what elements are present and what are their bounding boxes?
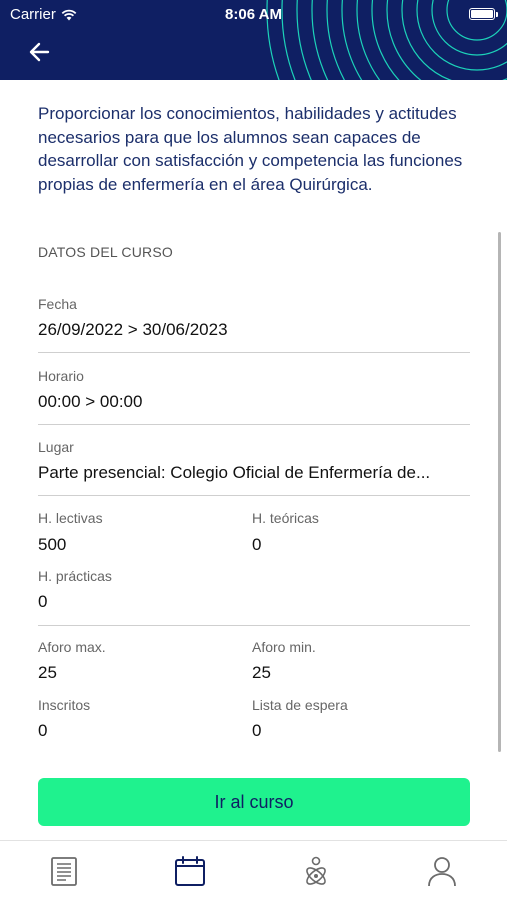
document-list-icon bbox=[51, 857, 77, 886]
fecha-value: 26/09/2022 > 30/06/2023 bbox=[38, 320, 228, 339]
back-arrow-icon[interactable] bbox=[26, 38, 54, 66]
h-practicas-label: H. prácticas bbox=[38, 568, 112, 584]
atom-icon bbox=[306, 856, 326, 885]
h-lectivas-value: 500 bbox=[38, 535, 67, 554]
h-teoricas-label: H. teóricas bbox=[252, 510, 319, 526]
status-bar: Carrier 8:06 AM bbox=[0, 0, 507, 28]
tab-documents[interactable] bbox=[46, 853, 82, 889]
inscritos-label: Inscritos bbox=[38, 697, 91, 713]
course-description: Proporcionar los conocimientos, habilida… bbox=[38, 104, 463, 194]
divider bbox=[38, 424, 470, 425]
horario-value: 00:00 > 00:00 bbox=[38, 392, 143, 411]
section-title: DATOS DEL CURSO bbox=[38, 244, 173, 260]
lista-espera-label: Lista de espera bbox=[252, 697, 348, 713]
divider bbox=[38, 495, 470, 496]
user-icon bbox=[428, 857, 456, 887]
inscritos-value: 0 bbox=[38, 721, 48, 740]
aforo-max-value: 25 bbox=[38, 663, 57, 682]
tab-bar bbox=[0, 840, 507, 900]
tab-profile[interactable] bbox=[424, 853, 460, 889]
fecha-label: Fecha bbox=[38, 296, 77, 312]
lugar-label: Lugar bbox=[38, 439, 74, 455]
aforo-max-label: Aforo max. bbox=[38, 639, 106, 655]
divider bbox=[38, 352, 470, 353]
divider bbox=[38, 625, 470, 626]
scrollbar[interactable] bbox=[498, 232, 501, 752]
status-time: 8:06 AM bbox=[225, 6, 282, 23]
tab-calendar[interactable] bbox=[172, 853, 208, 889]
go-to-course-button[interactable]: Ir al curso bbox=[38, 778, 470, 826]
aforo-min-value: 25 bbox=[252, 663, 271, 682]
tab-science[interactable] bbox=[298, 853, 334, 889]
battery-icon bbox=[469, 8, 498, 20]
horario-label: Horario bbox=[38, 368, 84, 384]
app-header: Carrier 8:06 AM bbox=[0, 0, 507, 80]
lugar-value: Parte presencial: Colegio Oficial de Enf… bbox=[38, 463, 431, 482]
h-teoricas-value: 0 bbox=[252, 535, 262, 554]
lista-espera-value: 0 bbox=[252, 721, 262, 740]
h-lectivas-label: H. lectivas bbox=[38, 510, 103, 526]
aforo-min-label: Aforo min. bbox=[252, 639, 316, 655]
h-practicas-value: 0 bbox=[38, 592, 48, 611]
calendar-icon bbox=[175, 856, 205, 886]
